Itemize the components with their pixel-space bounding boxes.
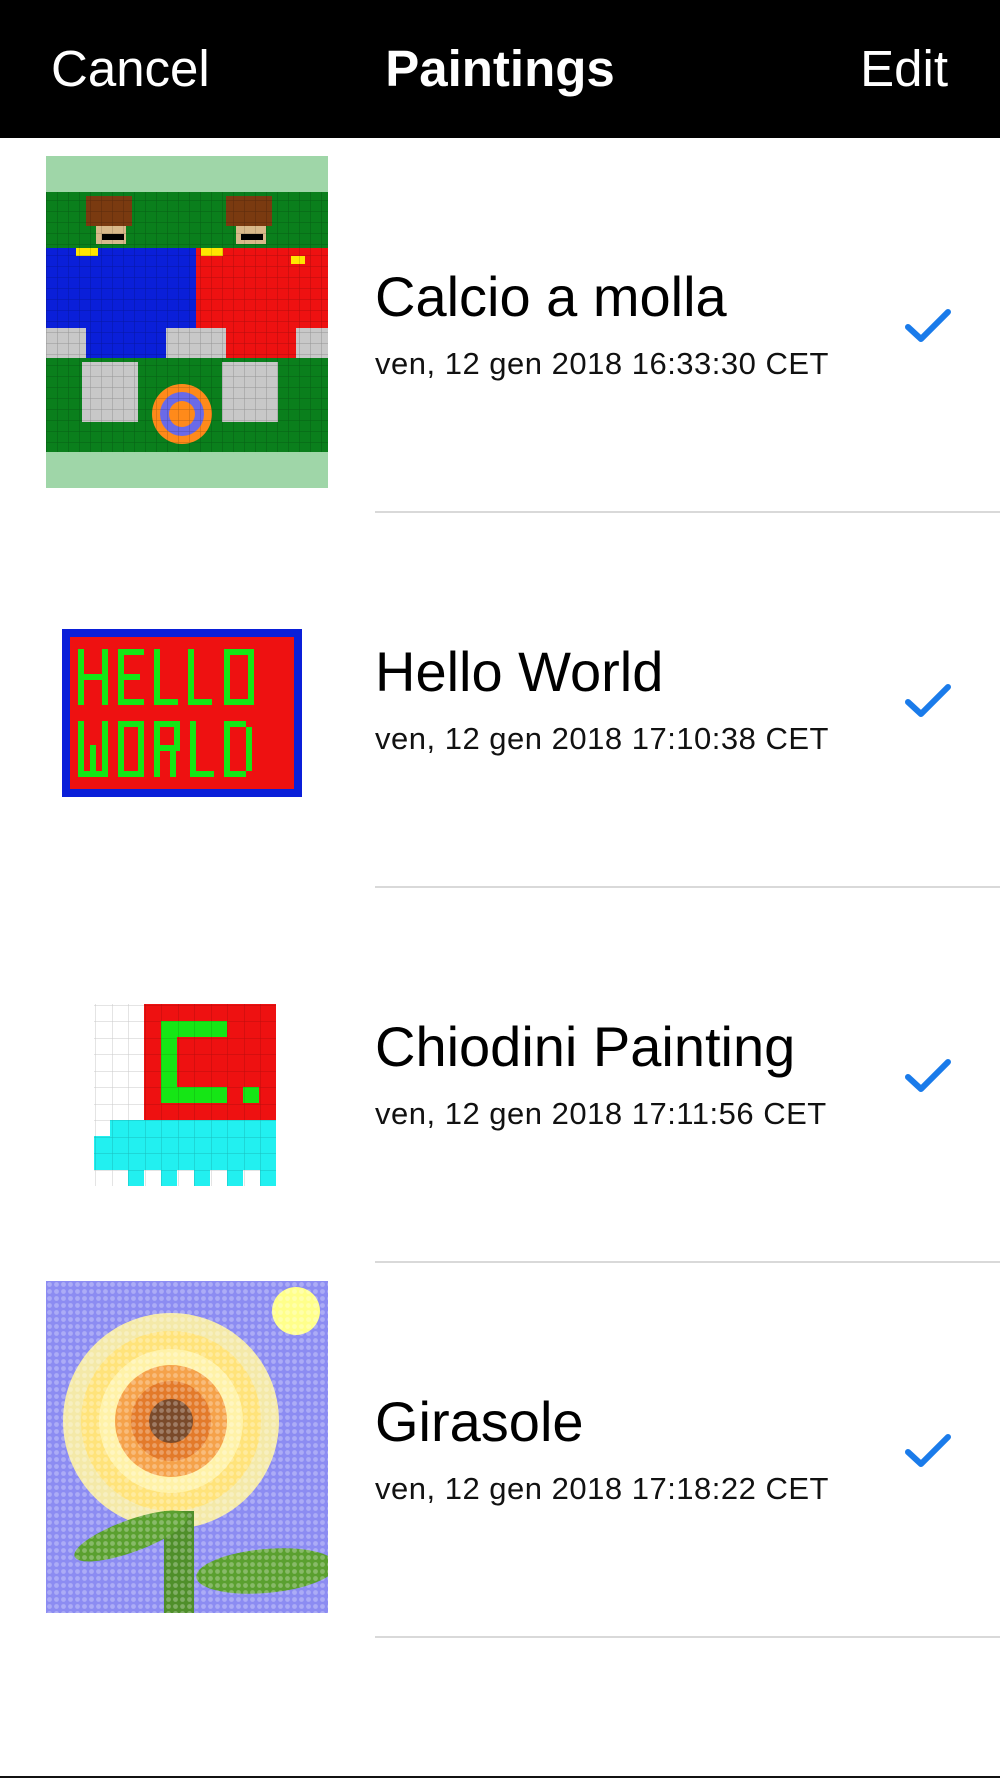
painting-date: ven, 12 gen 2018 17:11:56 CET xyxy=(375,1096,827,1131)
list-item[interactable]: Hello World ven, 12 gen 2018 17:10:38 CE… xyxy=(0,513,1000,888)
page-title: Paintings xyxy=(385,40,615,97)
painting-title: Girasole xyxy=(375,1390,584,1453)
row-separator xyxy=(375,1636,1000,1638)
edit-button[interactable]: Edit xyxy=(860,38,948,100)
list-item[interactable]: Girasole ven, 12 gen 2018 17:18:22 CET xyxy=(0,1263,1000,1638)
paintings-list: Calcio a molla ven, 12 gen 2018 16:33:30… xyxy=(0,138,1000,1638)
painting-title: Hello World xyxy=(375,640,664,703)
painting-date: ven, 12 gen 2018 17:18:22 CET xyxy=(375,1471,829,1506)
list-item[interactable]: Calcio a molla ven, 12 gen 2018 16:33:30… xyxy=(0,138,1000,513)
painting-date: ven, 12 gen 2018 16:33:30 CET xyxy=(375,346,829,381)
checkmark-icon xyxy=(905,309,951,342)
checkmark-icon xyxy=(905,1434,951,1467)
checkmark-icon xyxy=(905,684,951,717)
list-item[interactable]: Chiodini Painting ven, 12 gen 2018 17:11… xyxy=(0,888,1000,1263)
painting-thumbnail xyxy=(46,906,328,1238)
painting-thumbnail xyxy=(46,1281,328,1613)
painting-title: Calcio a molla xyxy=(375,265,727,328)
painting-title: Chiodini Painting xyxy=(375,1015,796,1078)
painting-thumbnail xyxy=(46,531,328,863)
painting-date: ven, 12 gen 2018 17:10:38 CET xyxy=(375,721,829,756)
navigation-bar: Cancel Paintings Edit xyxy=(0,0,1000,138)
checkmark-icon xyxy=(905,1059,951,1092)
painting-thumbnail xyxy=(46,156,328,488)
